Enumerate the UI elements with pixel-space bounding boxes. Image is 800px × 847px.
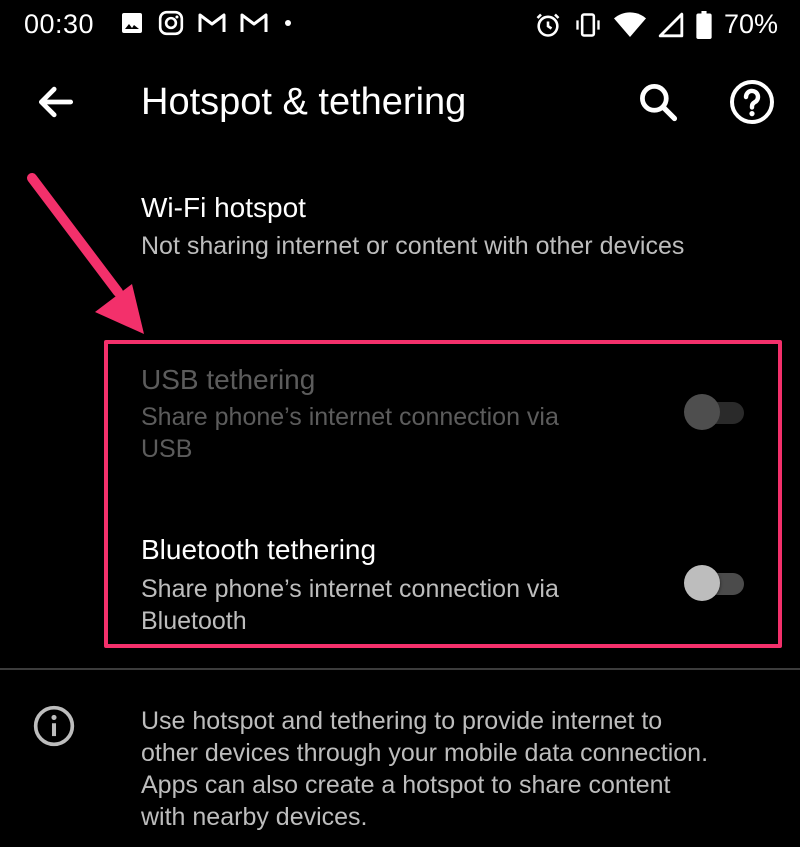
system-icons: 70%	[534, 9, 778, 40]
gmail-icon	[240, 13, 268, 32]
wifi-icon	[613, 11, 646, 37]
info-line: other devices through your mobile data c…	[141, 739, 709, 767]
info-line: Apps can also create a hotspot to share …	[141, 771, 671, 799]
arrow-back-icon[interactable]	[34, 80, 78, 124]
search-icon[interactable]	[636, 80, 680, 124]
status-time: 00:30	[24, 9, 95, 39]
page-title: Hotspot & tethering	[141, 81, 467, 123]
help-icon[interactable]	[728, 78, 776, 126]
image-icon	[122, 13, 142, 33]
annotation-highlight-box	[104, 340, 782, 648]
dot-icon	[285, 20, 291, 26]
vibrate-icon	[576, 12, 600, 37]
info-line: Use hotspot and tethering to provide int…	[141, 707, 663, 735]
signal-icon	[658, 12, 684, 37]
wifi-hotspot-item[interactable]: Wi-Fi hotspot Not sharing internet or co…	[0, 180, 800, 280]
gmail-icon	[198, 13, 226, 32]
battery-icon	[696, 10, 712, 39]
wifi-hotspot-subtitle: Not sharing internet or content with oth…	[141, 232, 685, 260]
info-line: with nearby devices.	[141, 803, 368, 831]
status-bar: 00:30 70%	[0, 0, 800, 48]
wifi-hotspot-title: Wi-Fi hotspot	[141, 192, 306, 223]
instagram-icon	[158, 10, 184, 36]
info-icon	[33, 705, 75, 747]
battery-percent: 70%	[723, 9, 778, 39]
app-bar: Hotspot & tethering	[0, 60, 800, 144]
divider	[0, 668, 800, 670]
notification-icons	[120, 10, 294, 36]
info-text: Use hotspot and tethering to provide int…	[141, 705, 781, 833]
alarm-icon	[536, 13, 560, 37]
